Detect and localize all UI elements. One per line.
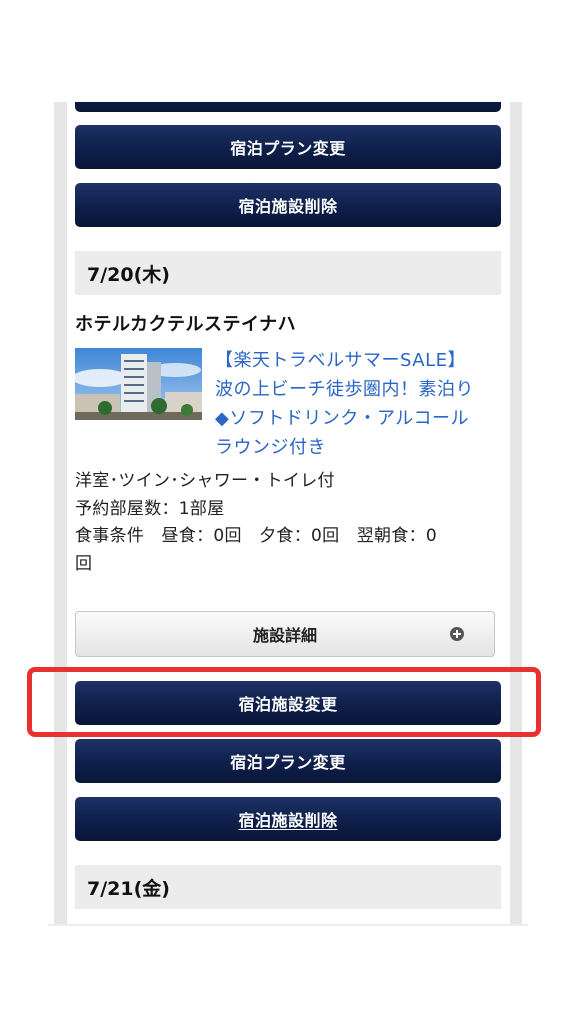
room-type: 洋室･ツイン･シャワー・トイレ付 [75,471,335,491]
hotel-thumbnail[interactable] [75,348,202,420]
delete-facility-button-prev[interactable]: 宿泊施設削除 [75,183,501,227]
delete-facility-button[interactable]: 宿泊施設削除 [75,797,501,841]
plan-title-line: 波の上ビーチ徒歩圏内！素泊り [215,379,474,400]
button-label: 宿泊施設変更 [238,695,338,714]
booking-card: 宿泊施設変更 宿泊プラン変更 宿泊施設削除 7/20(木) ホテルカクテルステイ… [67,102,510,924]
change-facility-button[interactable]: 宿泊施設変更 [75,681,501,725]
button-label: 宿泊プラン変更 [230,753,346,772]
meal-conditions-continued: 回 [75,553,93,574]
change-plan-button-prev[interactable]: 宿泊プラン変更 [75,125,501,169]
date-label: 7/20(木) [87,263,170,286]
button-label: 施設詳細 [252,626,317,645]
previous-change-facility-button[interactable]: 宿泊施設変更 [75,102,501,112]
meal-conditions: 食事条件 昼食：0回 夕食：0回 翌朝食：0 [75,526,438,546]
button-label: 宿泊施設削除 [238,197,338,216]
plan-title-line: ◆ソフトドリンク・アルコール [215,408,469,429]
plan-title-line: 【楽天トラベルサマーSALE】 [215,350,466,371]
hotel-name: ホテルカクテルステイナハ [75,314,297,335]
date-header-7-21: 7/21(金) [75,865,501,909]
button-label: 宿泊プラン変更 [230,139,346,158]
date-label: 7/21(金) [87,877,170,900]
page: 宿泊施設変更 宿泊プラン変更 宿泊施設削除 7/20(木) ホテルカクテルステイ… [0,0,576,1024]
plan-title-link[interactable]: 【楽天トラベルサマーSALE】 波の上ビーチ徒歩圏内！素泊り ◆ソフトドリンク・… [215,346,500,462]
facility-details-button[interactable]: 施設詳細 [75,611,495,657]
change-plan-button[interactable]: 宿泊プラン変更 [75,739,501,783]
room-count: 予約部屋数：1部屋 [75,498,225,519]
reservation-details: 洋室･ツイン･シャワー・トイレ付 予約部屋数：1部屋 食事条件 昼食：0回 夕食… [75,468,501,578]
divider [48,924,528,926]
plan-title-line: ラウンジ付き [215,437,326,458]
button-label: 宿泊施設削除 [238,811,338,830]
hotel-photo-image [75,348,202,420]
plus-circle-icon [450,627,464,641]
date-header-7-20: 7/20(木) [75,251,501,295]
